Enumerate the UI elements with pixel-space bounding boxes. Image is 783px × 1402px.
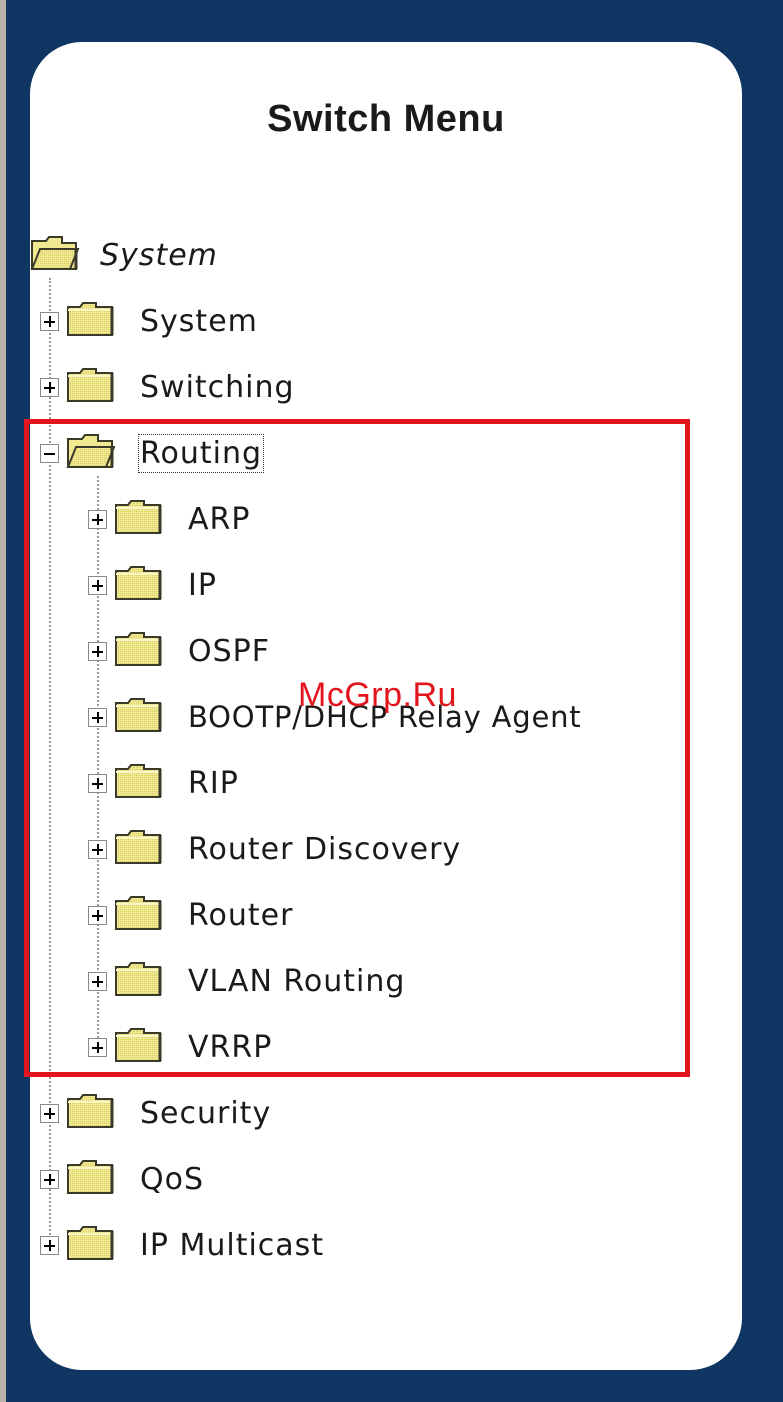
tree-item-label: Routing <box>137 433 265 473</box>
folder-icon <box>66 1159 114 1199</box>
tree-item-vlan-routing[interactable]: VLAN Routing <box>88 958 405 1004</box>
tree-item-label: ARP <box>188 501 251 537</box>
plus-box-icon[interactable] <box>88 707 107 727</box>
folder-icon <box>66 301 114 341</box>
tree-item-label: RIP <box>188 765 239 801</box>
tree-item-ip[interactable]: IP <box>88 562 217 608</box>
plus-box-icon[interactable] <box>88 905 107 925</box>
folder-icon <box>66 1225 114 1265</box>
folder-icon <box>66 367 114 407</box>
tree-item-label: System <box>140 303 258 339</box>
folder-open-icon <box>66 433 116 473</box>
plus-box-icon[interactable] <box>40 311 59 331</box>
folder-icon <box>114 631 162 671</box>
plus-box-icon[interactable] <box>40 1235 59 1255</box>
switch-menu-title: Switch Menu <box>267 98 505 140</box>
folder-icon <box>114 961 162 1001</box>
tree-item-router-discovery[interactable]: Router Discovery <box>88 826 461 872</box>
tree-item-arp[interactable]: ARP <box>88 496 250 542</box>
folder-icon <box>114 1027 162 1067</box>
folder-icon <box>114 895 162 935</box>
folder-icon <box>114 763 162 803</box>
plus-box-icon[interactable] <box>88 839 107 859</box>
folder-icon <box>114 697 162 737</box>
tree-item-rip[interactable]: RIP <box>88 760 239 806</box>
plus-box-icon[interactable] <box>40 1103 59 1123</box>
tree-item-label: IP Multicast <box>140 1227 325 1263</box>
plus-box-icon[interactable] <box>88 575 107 595</box>
tree-item-label: VLAN Routing <box>188 963 406 999</box>
tree-item-label: Router <box>188 897 294 933</box>
minus-box-icon[interactable] <box>40 443 59 463</box>
plus-box-icon[interactable] <box>88 509 107 529</box>
tree-item-label: QoS <box>140 1161 205 1197</box>
folder-icon <box>66 1093 114 1133</box>
plus-box-icon[interactable] <box>88 641 107 661</box>
tree-root-label: System <box>100 237 218 273</box>
tree-item-label: Security <box>140 1095 272 1131</box>
plus-box-icon[interactable] <box>40 377 59 397</box>
folder-icon <box>114 565 162 605</box>
tree-item-system[interactable]: System <box>40 298 258 344</box>
tree-root-system[interactable]: System <box>30 232 218 278</box>
tree-item-ip-multicast[interactable]: IP Multicast <box>40 1222 324 1268</box>
watermark-text: McGrp.Ru <box>298 676 457 714</box>
tree-item-label: OSPF <box>188 633 271 669</box>
plus-box-icon[interactable] <box>88 1037 107 1057</box>
folder-open-icon <box>30 235 80 275</box>
tree-item-security[interactable]: Security <box>40 1090 271 1136</box>
tree-item-label: IP <box>188 567 217 603</box>
tree-item-ospf[interactable]: OSPF <box>88 628 270 674</box>
tree-item-switching[interactable]: Switching <box>40 364 295 410</box>
tree-item-router[interactable]: Router <box>88 892 293 938</box>
plus-box-icon[interactable] <box>40 1169 59 1189</box>
folder-icon <box>114 499 162 539</box>
plus-box-icon[interactable] <box>88 971 107 991</box>
folder-icon <box>114 829 162 869</box>
plus-box-icon[interactable] <box>88 773 107 793</box>
tree-item-qos[interactable]: QoS <box>40 1156 204 1202</box>
tree-item-label: Switching <box>140 369 295 405</box>
tree-item-vrrp[interactable]: VRRP <box>88 1024 272 1070</box>
tree-item-routing[interactable]: Routing <box>40 430 265 476</box>
tree-item-label: Router Discovery <box>188 831 462 867</box>
tree-item-label: VRRP <box>188 1029 273 1065</box>
